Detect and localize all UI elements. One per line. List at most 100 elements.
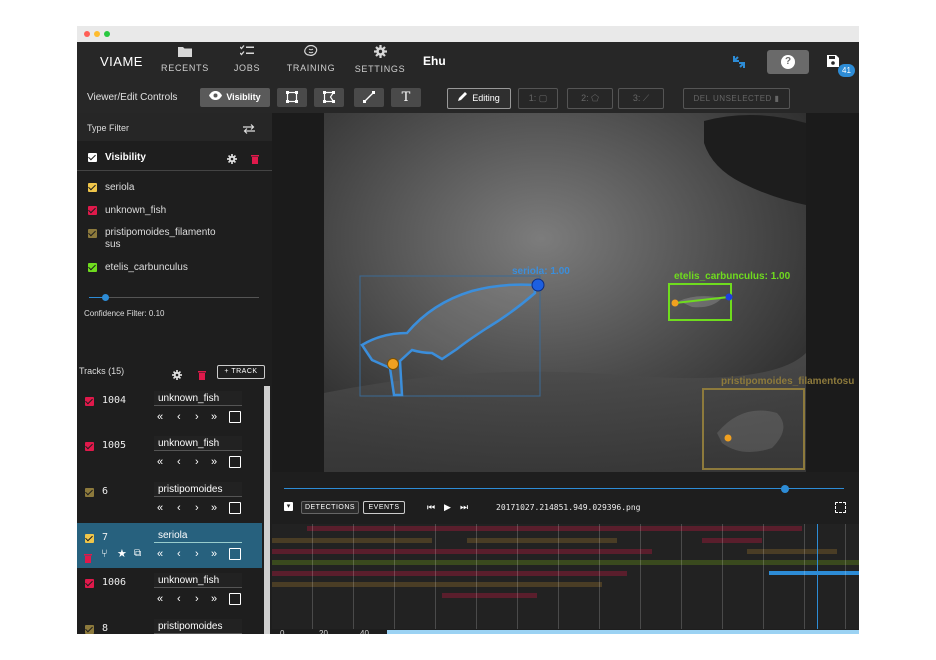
next-frame-icon[interactable]: ›	[195, 547, 199, 561]
next-frame-icon[interactable]: ›	[195, 455, 199, 469]
track-type-field[interactable]: seriola	[154, 528, 242, 543]
detections-tab[interactable]: DETECTIONS	[301, 501, 359, 514]
last-frame-icon[interactable]: »	[211, 455, 217, 469]
events-tab[interactable]: EVENTS	[363, 501, 405, 514]
first-frame-icon[interactable]: «	[157, 501, 163, 515]
delete-unselected-button[interactable]: DEL UNSELECTED ▮	[683, 88, 790, 109]
track-type-field[interactable]: pristipomoides	[154, 482, 242, 497]
edit-track-icon[interactable]	[229, 456, 241, 468]
close-window-button[interactable]	[84, 31, 90, 37]
first-frame-icon[interactable]: «	[157, 455, 163, 469]
confidence-slider[interactable]	[89, 294, 259, 301]
nav-jobs[interactable]: JOBS	[214, 45, 280, 79]
type-checkbox-pristipomoides[interactable]	[88, 229, 97, 238]
track-row-8[interactable]: 8 pristipomoides « ‹ › »	[77, 614, 262, 634]
frame-filename: 20171027.214851.949.029396.png	[496, 503, 641, 512]
polygon-visibility-button[interactable]	[314, 88, 344, 107]
visibility-checkbox[interactable]	[88, 153, 97, 162]
add-track-button[interactable]: + TRACK	[217, 365, 265, 379]
prev-frame-icon[interactable]: ‹	[177, 501, 181, 515]
first-frame-icon[interactable]: «	[157, 592, 163, 606]
track-row-7-selected[interactable]: 7 seriola ⑂ ★ ⧉ « ‹ › »	[77, 523, 262, 568]
timeline-tick: 40	[360, 629, 369, 634]
collapse-timeline-icon[interactable]: ▾	[284, 502, 293, 511]
track-type-field[interactable]: unknown_fish	[154, 391, 242, 406]
star-icon[interactable]: ★	[117, 547, 127, 561]
mode-rectangle-button[interactable]: 1: ▢	[518, 88, 558, 109]
track-checkbox[interactable]	[85, 625, 94, 634]
track-delete-trash-icon[interactable]	[198, 367, 206, 385]
save-button[interactable]: 41	[827, 54, 855, 77]
edit-track-icon[interactable]	[229, 411, 241, 423]
nav-training[interactable]: TRAINING	[278, 44, 344, 79]
text-visibility-button[interactable]: T	[391, 88, 421, 107]
type-filter-label: Type Filter	[87, 123, 130, 133]
track-settings-gear-icon[interactable]	[172, 367, 182, 385]
split-track-icon[interactable]: ⑂	[101, 547, 108, 561]
prev-frame-icon[interactable]: ‹	[177, 455, 181, 469]
type-checkbox-seriola[interactable]	[88, 183, 97, 192]
polygon-mode-icon: ⬠	[591, 93, 599, 103]
confidence-slider-thumb[interactable]	[102, 294, 109, 301]
frame-scrubber[interactable]	[284, 485, 844, 493]
track-type-field[interactable]: unknown_fish	[154, 573, 242, 588]
first-frame-icon[interactable]: «	[157, 410, 163, 424]
track-row-6[interactable]: 6 pristipomoides « ‹ › »	[77, 477, 262, 522]
type-delete-trash-icon[interactable]	[251, 151, 259, 169]
edit-track-icon[interactable]	[229, 502, 241, 514]
nav-settings[interactable]: SETTINGS	[347, 45, 413, 79]
track-row-1004[interactable]: 1004 unknown_fish « ‹ › »	[77, 386, 262, 431]
swap-icon[interactable]	[243, 121, 255, 139]
track-list-scrollbar[interactable]	[264, 386, 270, 634]
first-frame-icon[interactable]: «	[157, 547, 163, 561]
annotation-canvas[interactable]: seriola: 1.00 etelis_carbunculus: 1.00 p…	[272, 113, 859, 472]
type-settings-gear-icon[interactable]	[227, 151, 237, 169]
track-row-1005[interactable]: 1005 unknown_fish « ‹ › »	[77, 431, 262, 476]
rectangle-icon	[286, 91, 298, 103]
track-checkbox[interactable]	[85, 442, 94, 451]
last-frame-icon[interactable]: »	[211, 410, 217, 424]
edit-track-icon[interactable]	[229, 593, 241, 605]
delete-track-trash-icon[interactable]	[84, 550, 92, 568]
zoom-window-button[interactable]	[104, 31, 110, 37]
line-visibility-button[interactable]	[354, 88, 384, 107]
visibility-button[interactable]: Visiblity	[200, 88, 270, 107]
track-id: 1006	[102, 577, 127, 588]
last-frame-icon[interactable]: »	[211, 501, 217, 515]
prev-frame-icon[interactable]: ‹	[177, 410, 181, 424]
frame-scrubber-thumb[interactable]	[780, 485, 789, 493]
last-frame-icon[interactable]: »	[211, 592, 217, 606]
track-checkbox[interactable]	[85, 397, 94, 406]
jobs-list-icon	[214, 45, 280, 61]
nav-recents[interactable]: RECENTS	[152, 45, 218, 79]
track-checkbox[interactable]	[85, 579, 94, 588]
editing-button[interactable]: Editing	[447, 88, 511, 109]
track-checkbox[interactable]	[85, 534, 94, 543]
type-checkbox-etelis[interactable]	[88, 263, 97, 272]
prev-frame-icon[interactable]: ‹	[177, 547, 181, 561]
track-row-1006[interactable]: 1006 unknown_fish « ‹ › »	[77, 568, 262, 613]
mode-polygon-button[interactable]: 2: ⬠	[567, 88, 613, 109]
skip-back-icon[interactable]: ⏮	[427, 502, 435, 513]
prev-frame-icon[interactable]: ‹	[177, 592, 181, 606]
next-frame-icon[interactable]: ›	[195, 592, 199, 606]
fit-frame-icon[interactable]	[835, 502, 846, 513]
track-type-field[interactable]: unknown_fish	[154, 436, 242, 451]
edit-track-icon[interactable]	[229, 548, 241, 560]
rectangle-visibility-button[interactable]	[277, 88, 307, 107]
play-icon[interactable]: ▶	[444, 502, 451, 513]
track-checkbox[interactable]	[85, 488, 94, 497]
minimize-window-button[interactable]	[94, 31, 100, 37]
timeline-viewport-bar[interactable]	[387, 630, 859, 634]
skip-forward-icon[interactable]: ⏭	[460, 502, 468, 513]
merge-track-icon[interactable]: ⧉	[134, 547, 141, 561]
next-frame-icon[interactable]: ›	[195, 501, 199, 515]
help-button[interactable]: ?	[767, 50, 809, 74]
brand-logo[interactable]: VIAME	[100, 54, 143, 69]
track-type-field[interactable]: pristipomoides	[154, 619, 242, 634]
last-frame-icon[interactable]: »	[211, 547, 217, 561]
type-checkbox-unknown-fish[interactable]	[88, 206, 97, 215]
sync-icon[interactable]	[731, 54, 747, 75]
next-frame-icon[interactable]: ›	[195, 410, 199, 424]
mode-line-button[interactable]: 3: ⟋	[618, 88, 664, 109]
